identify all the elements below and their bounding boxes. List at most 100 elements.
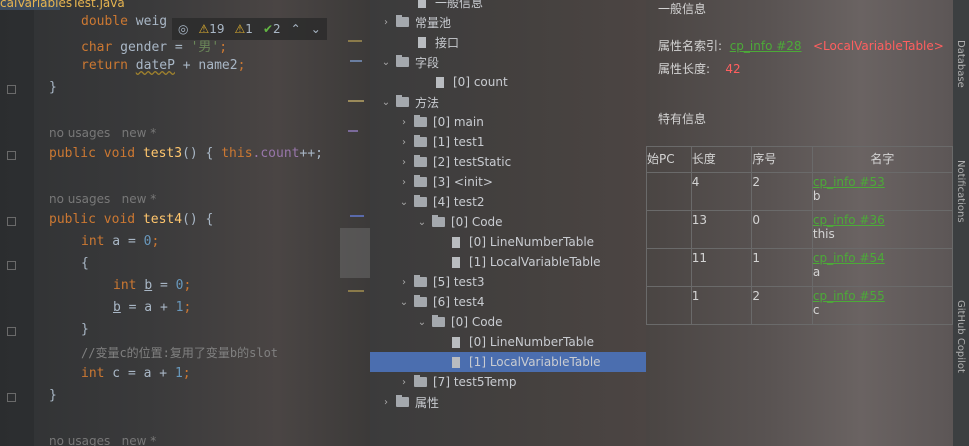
chevron-down-icon[interactable]: ⌄ bbox=[416, 317, 428, 328]
code-editor[interactable]: calVariablesTest.java ◎ ⚠19 ⚠1 ✔2 ⌃ ⌄ do… bbox=[0, 0, 370, 446]
database-tool-tab[interactable]: Database bbox=[955, 40, 966, 88]
fold-marker-icon[interactable] bbox=[7, 217, 16, 226]
name-index-link[interactable]: cp_info #28 bbox=[730, 39, 802, 53]
usage-hint[interactable]: no usages new * bbox=[49, 192, 156, 206]
weak-warning-count[interactable]: ⚠1 bbox=[235, 22, 253, 36]
column-header[interactable]: 序号 bbox=[751, 146, 813, 173]
fold-marker-icon[interactable] bbox=[7, 393, 16, 402]
tree-item-label: [0] main bbox=[433, 115, 484, 129]
code-line: } bbox=[49, 388, 57, 403]
tree-item[interactable]: ⌄ 字段 bbox=[370, 52, 646, 72]
tree-item[interactable]: › [0] main bbox=[370, 112, 646, 132]
tree-item[interactable]: ⌄ [0] Code bbox=[370, 312, 646, 332]
folder-icon bbox=[396, 15, 409, 27]
chevron-right-icon[interactable]: › bbox=[398, 377, 410, 388]
length-cell: 4 bbox=[690, 172, 753, 211]
tree-item[interactable]: › [2] testStatic bbox=[370, 152, 646, 172]
table-row[interactable]: 1 2 cp_info #55 c bbox=[646, 286, 953, 325]
fold-marker-icon[interactable] bbox=[7, 327, 16, 336]
tree-item[interactable]: ⌄ [0] Code bbox=[370, 212, 646, 232]
warning-icon: ⚠ bbox=[198, 22, 210, 36]
tree-item-label: 方法 bbox=[415, 95, 440, 110]
cp-info-link[interactable]: cp_info #36 bbox=[813, 213, 952, 227]
local-variable-table[interactable]: 始PC 长度 序号 名字 4 2 cp_info #53 b 13 0 cp_info #3… bbox=[646, 146, 953, 325]
table-row[interactable]: 11 1 cp_info #54 a bbox=[646, 248, 953, 287]
chevron-down-icon[interactable]: ⌄ bbox=[416, 217, 428, 228]
line-gutter[interactable] bbox=[0, 0, 34, 446]
tree-item-label: 一般信息 bbox=[435, 0, 484, 10]
weak-warning-icon: ⚠ bbox=[234, 22, 246, 36]
right-tool-strip[interactable]: Database Notifications GitHub Copilot bbox=[953, 0, 969, 446]
file-icon bbox=[452, 356, 460, 368]
tree-item[interactable]: [0] LineNumberTable bbox=[370, 332, 646, 352]
tree-item[interactable]: 一般信息 bbox=[370, 0, 646, 12]
tree-item[interactable]: › [3] <init> bbox=[370, 172, 646, 192]
cp-info-link[interactable]: cp_info #55 bbox=[813, 289, 952, 303]
usage-hint[interactable]: no usages new * bbox=[49, 126, 156, 140]
file-icon bbox=[452, 236, 460, 248]
editor-tab-title[interactable]: calVariablesTest.java bbox=[0, 0, 125, 10]
column-header[interactable]: 名字 bbox=[811, 146, 953, 173]
tree-item[interactable]: [0] LineNumberTable bbox=[370, 232, 646, 252]
tree-item[interactable]: ⌄ 方法 bbox=[370, 92, 646, 112]
tree-item[interactable]: ⌄ [4] test2 bbox=[370, 192, 646, 212]
notifications-tool-tab[interactable]: Notifications bbox=[955, 160, 966, 223]
chevron-right-icon[interactable]: › bbox=[380, 17, 392, 28]
column-header[interactable]: 长度 bbox=[690, 146, 753, 173]
file-icon bbox=[452, 336, 460, 348]
folder-icon bbox=[396, 395, 409, 407]
chevron-up-icon[interactable]: ⌃ bbox=[291, 22, 301, 36]
tree-item-label: 接口 bbox=[435, 35, 460, 50]
specific-info-title: 特有信息 bbox=[658, 112, 707, 126]
folder-icon bbox=[414, 195, 427, 207]
chevron-right-icon[interactable]: › bbox=[398, 277, 410, 288]
tree-item[interactable]: 接口 bbox=[370, 32, 646, 52]
code-line: public void test4() { bbox=[49, 212, 214, 227]
tree-item[interactable]: › 常量池 bbox=[370, 12, 646, 32]
variable-name: a bbox=[812, 265, 821, 279]
cp-info-link[interactable]: cp_info #53 bbox=[813, 175, 952, 189]
column-header[interactable]: 始PC bbox=[646, 146, 692, 173]
tree-item-label: 常量池 bbox=[415, 15, 452, 30]
tree-item[interactable]: [1] LocalVariableTable bbox=[370, 252, 646, 272]
cp-info-link[interactable]: cp_info #54 bbox=[813, 251, 952, 265]
fold-marker-icon[interactable] bbox=[7, 261, 16, 270]
warning-count[interactable]: ⚠19 bbox=[198, 22, 224, 36]
editor-tab[interactable]: calVariablesTest.java bbox=[0, 0, 125, 10]
folder-icon bbox=[414, 295, 427, 307]
ok-count[interactable]: ✔2 bbox=[263, 22, 281, 36]
chevron-right-icon[interactable]: › bbox=[380, 397, 392, 408]
tree-item[interactable]: › [5] test3 bbox=[370, 272, 646, 292]
tree-item[interactable]: › [1] test1 bbox=[370, 132, 646, 152]
tree-item[interactable]: [0] count bbox=[370, 72, 646, 92]
chevron-right-icon[interactable]: › bbox=[398, 177, 410, 188]
table-row[interactable]: 13 0 cp_info #36 this bbox=[646, 210, 953, 249]
copilot-tool-tab[interactable]: GitHub Copilot bbox=[955, 300, 966, 373]
chevron-down-icon[interactable]: ⌄ bbox=[398, 297, 410, 308]
start-pc-cell bbox=[646, 172, 692, 211]
tree-item-label: [3] <init> bbox=[433, 175, 493, 189]
code-line: } bbox=[49, 80, 57, 95]
chevron-down-icon[interactable]: ⌄ bbox=[380, 57, 392, 68]
tree-item[interactable]: › [7] test5Temp bbox=[370, 372, 646, 392]
fold-marker-icon[interactable] bbox=[7, 85, 16, 94]
tree-item[interactable]: [1] LocalVariableTable bbox=[370, 352, 646, 372]
fold-marker-icon[interactable] bbox=[7, 151, 16, 160]
usage-hint[interactable]: no usages new * bbox=[49, 434, 156, 446]
chevron-down-icon[interactable]: ⌄ bbox=[311, 22, 321, 36]
chevron-right-icon[interactable]: › bbox=[398, 117, 410, 128]
code-line: double weig bbox=[81, 14, 168, 29]
chevron-down-icon[interactable]: ⌄ bbox=[398, 197, 410, 208]
tree-item[interactable]: ⌄ [6] test4 bbox=[370, 292, 646, 312]
folder-icon bbox=[414, 275, 427, 287]
chevron-down-icon[interactable]: ⌄ bbox=[380, 97, 392, 108]
editor-scrollbar[interactable] bbox=[340, 0, 370, 446]
weak-warning-count-value: 1 bbox=[245, 22, 253, 36]
chevron-right-icon[interactable]: › bbox=[398, 157, 410, 168]
tree-item[interactable]: › 属性 bbox=[370, 392, 646, 412]
classfile-structure-tree[interactable]: 一般信息 › 常量池接口 ⌄ 字段 [0] count ⌄ 方法 › [0] main › [1] t… bbox=[370, 0, 646, 446]
length-label: 属性长度: bbox=[658, 62, 711, 76]
table-row[interactable]: 4 2 cp_info #53 b bbox=[646, 172, 953, 211]
chevron-right-icon[interactable]: › bbox=[398, 137, 410, 148]
eye-icon[interactable]: ◎ bbox=[178, 22, 188, 36]
